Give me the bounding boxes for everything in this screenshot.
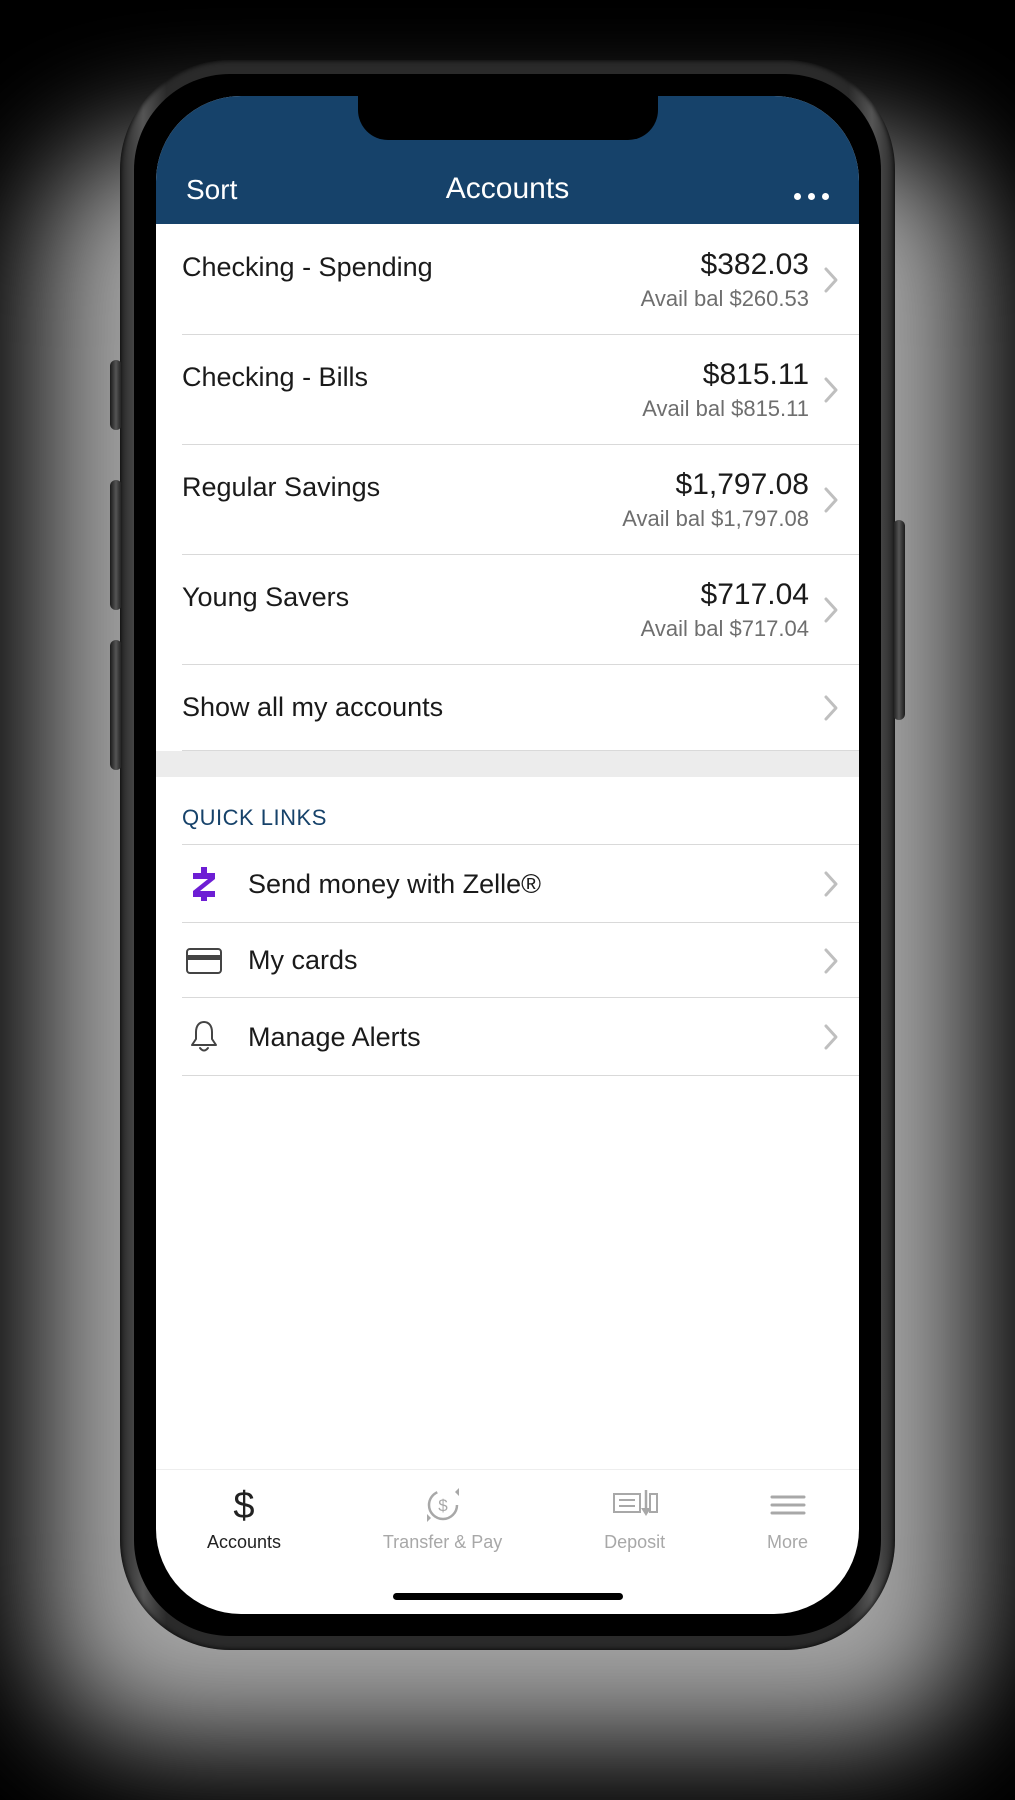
account-name: Checking - Spending xyxy=(182,248,433,283)
account-balance: $382.03 xyxy=(641,248,809,282)
section-gap xyxy=(156,751,859,777)
svg-text:$: $ xyxy=(438,1496,448,1515)
tab-transfer-pay[interactable]: $ Transfer & Pay xyxy=(383,1484,502,1553)
hamburger-icon xyxy=(768,1484,808,1526)
account-available: Avail bal $815.11 xyxy=(642,396,809,422)
account-balance: $1,797.08 xyxy=(622,468,809,502)
quick-link-manage-alerts[interactable]: Manage Alerts xyxy=(156,998,859,1076)
chevron-right-icon xyxy=(823,694,839,722)
deposit-icon xyxy=(610,1484,660,1526)
account-available: Avail bal $717.04 xyxy=(641,616,809,642)
phone-side-button xyxy=(110,640,122,770)
phone-side-button xyxy=(893,520,905,720)
account-name: Checking - Bills xyxy=(182,358,368,393)
quick-link-label: My cards xyxy=(248,945,358,976)
tab-accounts[interactable]: $ Accounts xyxy=(207,1484,281,1553)
tab-label: Deposit xyxy=(604,1532,665,1553)
chevron-right-icon xyxy=(823,870,839,898)
account-row-checking-bills[interactable]: Checking - Bills $815.11 Avail bal $815.… xyxy=(156,334,859,444)
accounts-body: Checking - Spending $382.03 Avail bal $2… xyxy=(156,224,859,1469)
account-row-checking-spending[interactable]: Checking - Spending $382.03 Avail bal $2… xyxy=(156,224,859,334)
tab-label: Transfer & Pay xyxy=(383,1532,502,1553)
bell-icon xyxy=(182,1020,226,1054)
account-name: Young Savers xyxy=(182,578,349,613)
account-balance: $717.04 xyxy=(641,578,809,612)
tab-label: Accounts xyxy=(207,1532,281,1553)
chevron-right-icon xyxy=(823,376,839,404)
more-options-button[interactable] xyxy=(794,193,829,206)
dollar-icon: $ xyxy=(230,1484,258,1526)
show-all-label: Show all my accounts xyxy=(182,692,443,723)
sort-button[interactable]: Sort xyxy=(186,174,237,206)
show-all-accounts-button[interactable]: Show all my accounts xyxy=(156,664,859,751)
phone-side-button xyxy=(110,360,122,430)
account-row-young-savers[interactable]: Young Savers $717.04 Avail bal $717.04 xyxy=(156,554,859,664)
svg-text:$: $ xyxy=(233,1485,254,1526)
quick-link-label: Send money with Zelle® xyxy=(248,869,541,900)
account-name: Regular Savings xyxy=(182,468,380,503)
phone-side-button xyxy=(110,480,122,610)
account-row-regular-savings[interactable]: Regular Savings $1,797.08 Avail bal $1,7… xyxy=(156,444,859,554)
chevron-right-icon xyxy=(823,266,839,294)
home-indicator xyxy=(393,1593,623,1600)
page-title: Accounts xyxy=(446,172,569,206)
tab-deposit[interactable]: Deposit xyxy=(604,1484,665,1553)
phone-notch xyxy=(358,96,658,140)
account-available: Avail bal $1,797.08 xyxy=(622,506,809,532)
zelle-icon xyxy=(182,867,226,901)
account-available: Avail bal $260.53 xyxy=(641,286,809,312)
phone-frame: Sort Accounts Checking - Spending $382.0… xyxy=(120,60,895,1650)
chevron-right-icon xyxy=(823,947,839,975)
chevron-right-icon xyxy=(823,486,839,514)
tab-bar: $ Accounts $ xyxy=(156,1469,859,1614)
chevron-right-icon xyxy=(823,1023,839,1051)
quick-link-label: Manage Alerts xyxy=(248,1022,421,1053)
account-balance: $815.11 xyxy=(642,358,809,392)
chevron-right-icon xyxy=(823,596,839,624)
quick-links-title: QUICK LINKS xyxy=(156,777,859,845)
quick-link-my-cards[interactable]: My cards xyxy=(156,923,859,998)
transfer-icon: $ xyxy=(421,1484,465,1526)
tab-label: More xyxy=(767,1532,808,1553)
card-icon xyxy=(182,948,226,974)
tab-more[interactable]: More xyxy=(767,1484,808,1553)
quick-link-zelle[interactable]: Send money with Zelle® xyxy=(156,845,859,923)
